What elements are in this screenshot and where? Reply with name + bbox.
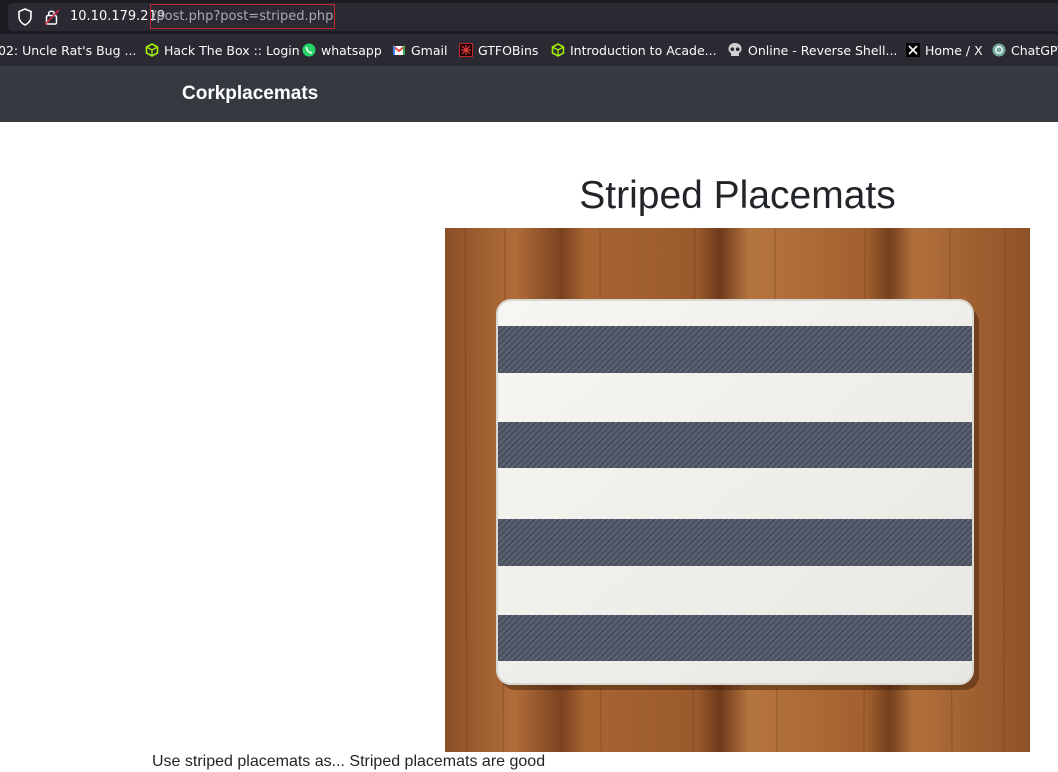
bookmark-home-x[interactable]: Home / X bbox=[906, 34, 983, 66]
bookmark-whatsapp[interactable]: whatsapp bbox=[302, 34, 382, 66]
chatgpt-icon bbox=[992, 43, 1006, 57]
whatsapp-icon bbox=[302, 43, 316, 57]
gmail-icon bbox=[392, 45, 406, 55]
placemat-photo bbox=[445, 228, 1030, 752]
gtfobins-icon bbox=[459, 43, 473, 57]
bookmark-label: Gmail bbox=[411, 42, 448, 58]
bookmark-label: ChatGPT bbox=[1011, 42, 1058, 58]
site-navbar: Corkplacemats bbox=[0, 66, 1058, 122]
bookmark-label: Introduction to Acade... bbox=[570, 42, 717, 58]
bookmark-label: 02: Uncle Rat's Bug ... bbox=[0, 42, 137, 58]
hackthebox-icon bbox=[145, 43, 159, 57]
bookmark-label: Hack The Box :: Login bbox=[164, 42, 300, 58]
bookmark-hackthebox-login[interactable]: Hack The Box :: Login bbox=[145, 34, 300, 66]
bookmark-label: Home / X bbox=[925, 42, 983, 58]
hackthebox-icon bbox=[551, 43, 565, 57]
skull-icon bbox=[728, 43, 742, 56]
bookmark-label: whatsapp bbox=[321, 42, 382, 58]
bookmark-gmail[interactable]: Gmail bbox=[392, 34, 447, 66]
bookmark-uncle-rat[interactable]: 02: Uncle Rat's Bug ... bbox=[0, 34, 136, 66]
browser-toolbar: 10.10.179.219 /post.php?post=striped.php bbox=[0, 0, 1058, 34]
insecure-lock-icon[interactable] bbox=[44, 8, 60, 26]
bookmark-intro-academy[interactable]: Introduction to Acade... bbox=[551, 34, 717, 66]
bookmark-chatgpt[interactable]: ChatGPT bbox=[992, 34, 1058, 66]
url-highlight-box bbox=[150, 4, 335, 29]
bookmarks-toolbar: 02: Uncle Rat's Bug ... Hack The Box :: … bbox=[0, 34, 1058, 67]
bookmark-label: Online - Reverse Shell... bbox=[748, 42, 898, 58]
bookmark-gtfobins[interactable]: GTFOBins bbox=[459, 34, 538, 66]
x-logo-icon bbox=[906, 43, 920, 57]
post-body-text: Use striped placemats as... Striped plac… bbox=[152, 753, 546, 770]
post-title: Striped Placemats bbox=[579, 174, 896, 217]
site-brand-link[interactable]: Corkplacemats bbox=[182, 66, 318, 122]
bookmark-reverse-shell[interactable]: Online - Reverse Shell... bbox=[727, 34, 897, 66]
bookmark-label: GTFOBins bbox=[478, 42, 539, 58]
shield-icon[interactable] bbox=[17, 8, 33, 26]
